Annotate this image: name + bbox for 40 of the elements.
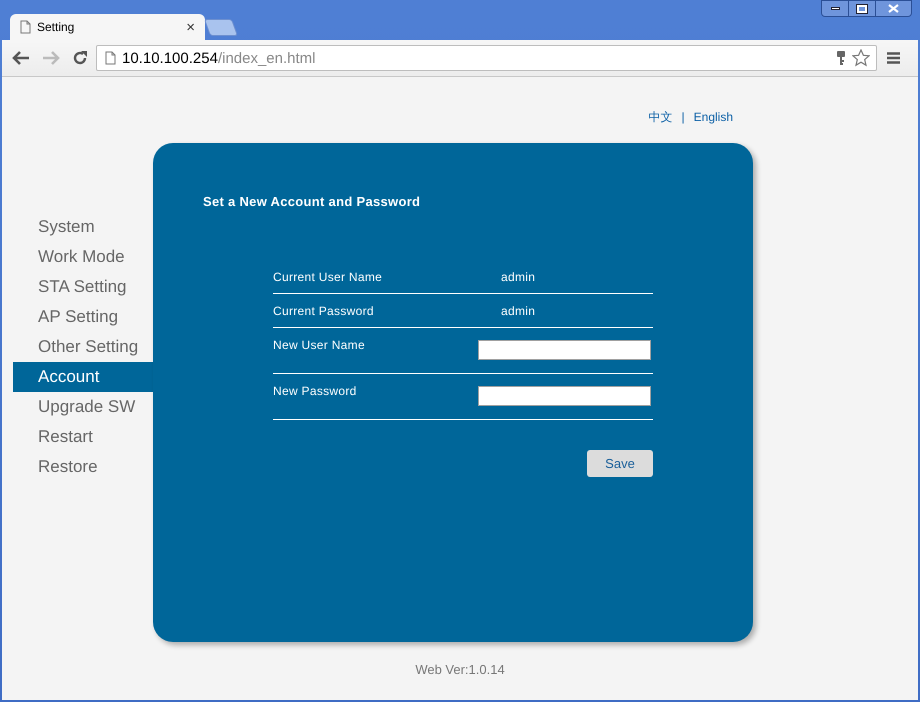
version-text: Web Ver:1.0.14 [415,662,505,678]
minimize-button[interactable] [821,0,849,17]
sidebar-item[interactable]: AP Setting [13,302,153,332]
sidebar-item[interactable]: STA Setting [13,272,153,302]
panel-title: Set a New Account and Password [203,194,422,210]
sidebar-item[interactable]: Other Setting [13,332,153,362]
close-button[interactable] [875,0,912,17]
input-field[interactable] [478,340,651,360]
field-value: admin [501,269,536,284]
url-text: 10.10.100.254/index_en.html [122,50,316,66]
close-icon [888,4,899,13]
address-bar[interactable]: 10.10.100.254/index_en.html [96,45,877,71]
field-value: admin [501,303,536,318]
language-link[interactable]: English [694,109,733,125]
field-label: New Password [273,383,358,398]
tab-title: Setting [37,19,74,36]
browser-tab[interactable]: Setting × [10,14,205,40]
language-link[interactable]: 中文 [648,109,673,125]
field-label: Current Password [273,303,375,318]
page-icon [20,20,31,34]
key-icon[interactable] [836,50,846,66]
separator-text: | [682,109,685,125]
sidebar-item[interactable]: Upgrade SW [13,392,153,422]
tab-close-button[interactable]: × [186,20,195,34]
sidebar-item[interactable]: Restart [13,422,153,452]
reload-icon[interactable] [72,50,88,66]
sidebar-item[interactable]: System [13,212,153,242]
field-label: Current User Name [273,269,384,284]
sidebar-item[interactable]: Work Mode [13,242,153,272]
menu-icon[interactable] [887,52,900,64]
page-icon [105,51,116,65]
maximize-button[interactable] [849,0,875,17]
new-tab-button[interactable] [204,19,238,36]
save-button[interactable]: Save [587,450,653,477]
back-icon[interactable] [12,51,30,65]
field-label: New User Name [273,337,366,352]
sidebar-item[interactable]: Restore [13,452,153,482]
sidebar-item[interactable]: Account [13,362,153,392]
input-field[interactable] [478,386,651,406]
star-icon[interactable] [852,49,870,67]
